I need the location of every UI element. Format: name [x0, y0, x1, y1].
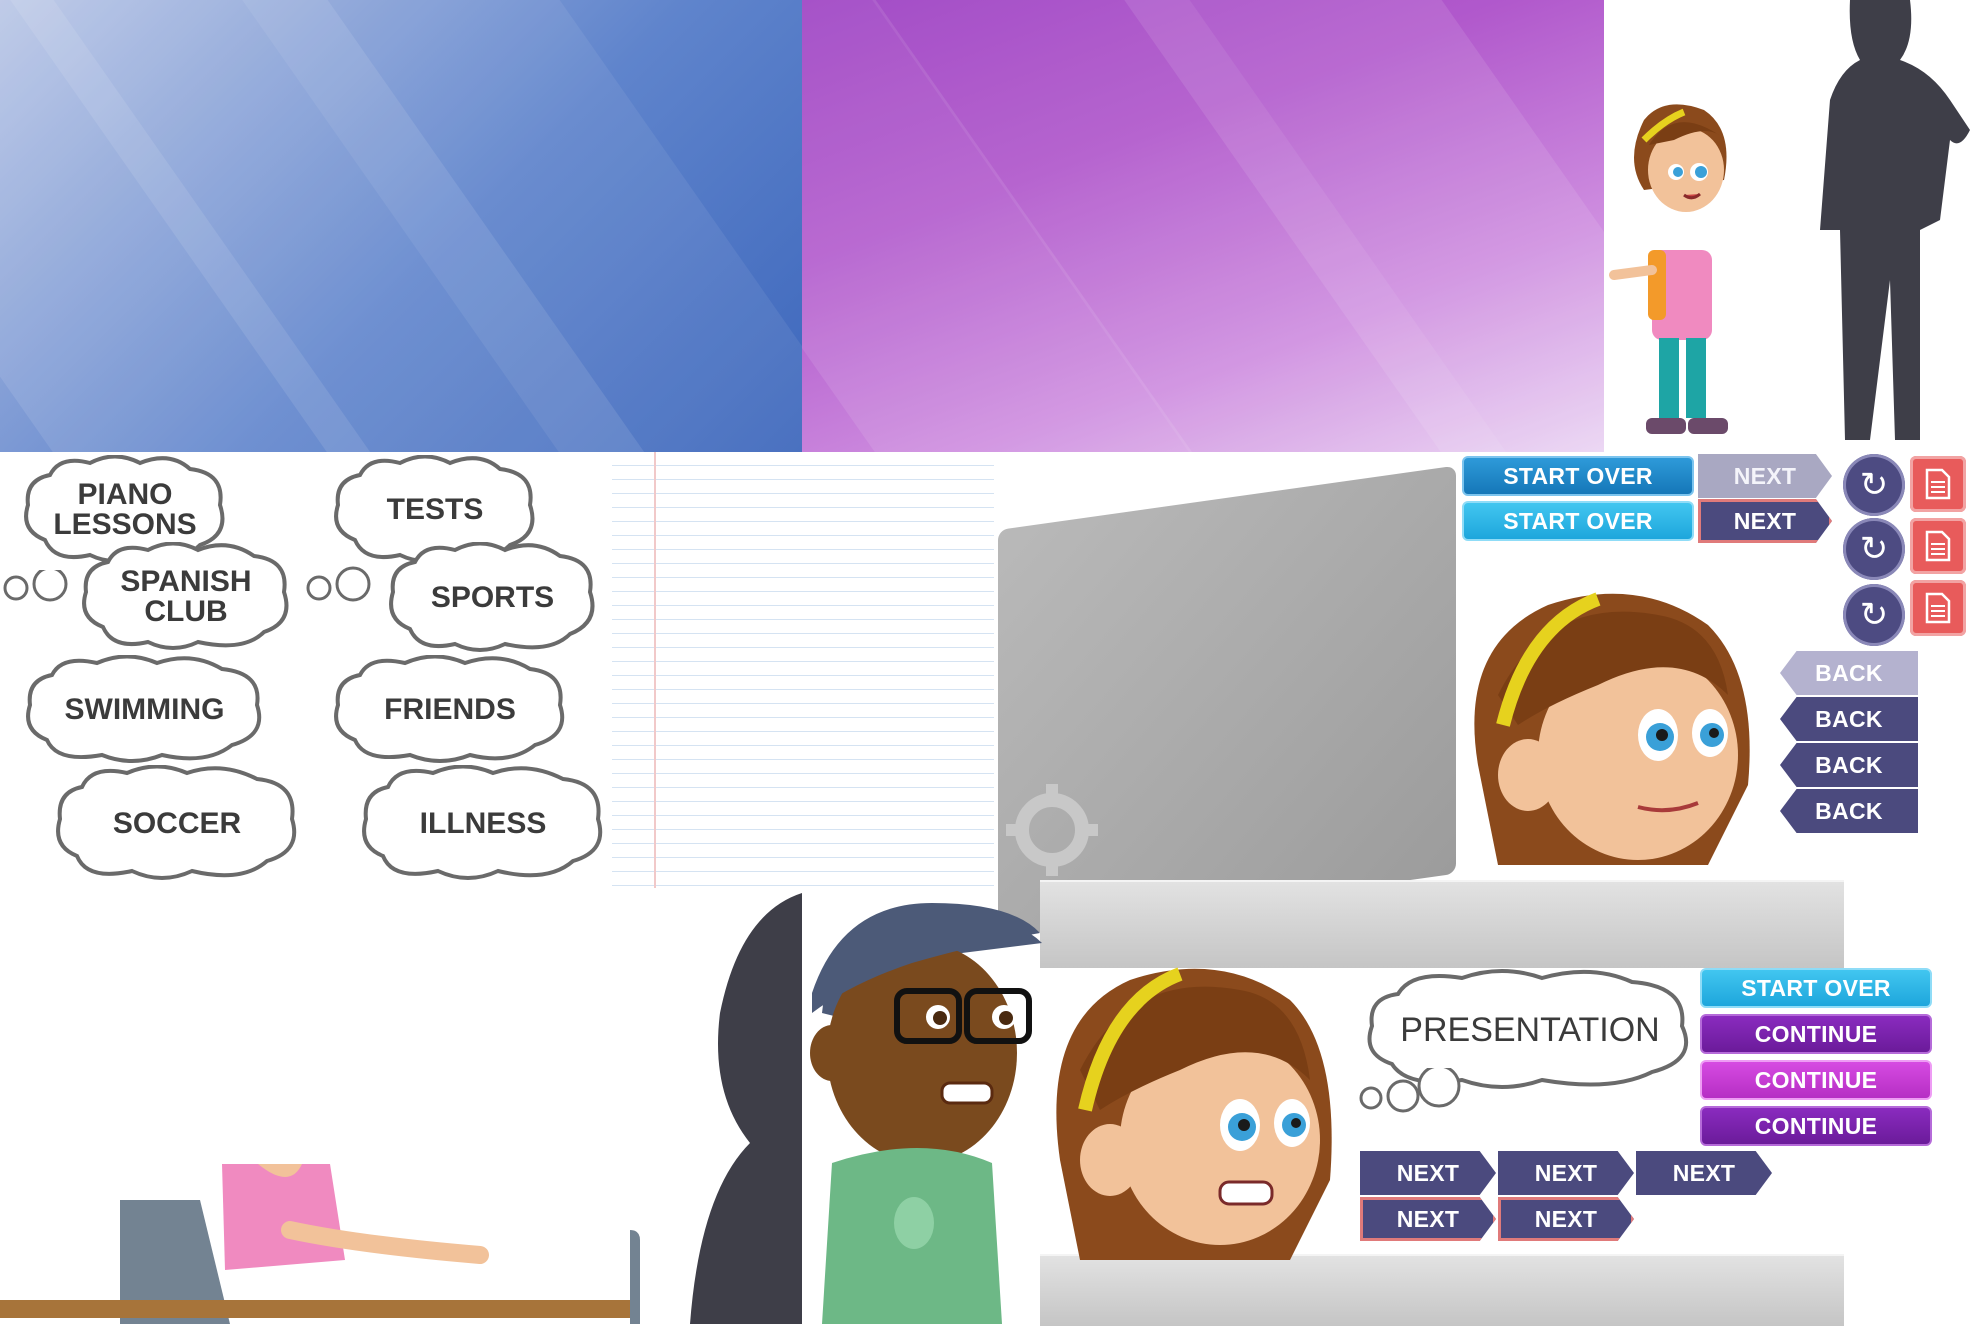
notebook-margin-line — [654, 452, 656, 888]
silhouette-adult — [1820, 0, 1970, 440]
bubble-label: FRIENDS — [384, 693, 516, 726]
next-button-focused[interactable]: NEXT — [1698, 499, 1832, 543]
start-over-button[interactable]: START OVER — [1700, 968, 1932, 1008]
bubble-label: SPANISH CLUB — [120, 565, 252, 628]
girl-head-worried — [1056, 967, 1332, 1260]
girl-head-smiling — [1474, 592, 1750, 865]
bubble-label: PRESENTATION — [1400, 1011, 1660, 1049]
document-button[interactable] — [1910, 456, 1966, 512]
blue-background-tile — [0, 0, 802, 452]
bubble-label: SPORTS — [430, 581, 555, 614]
thought-bubble-spanish-club: SPANISH CLUB — [78, 542, 294, 652]
bubble-label: SWIMMING — [64, 693, 225, 726]
document-icon — [1925, 592, 1951, 624]
bubble-label: SOCCER — [112, 807, 242, 840]
bubble-label: PIANO LESSONS — [53, 478, 197, 541]
gear-icon — [1006, 784, 1098, 876]
replay-button[interactable]: ↻ — [1843, 584, 1905, 646]
start-over-button[interactable]: START OVER — [1462, 456, 1694, 496]
document-icon — [1925, 530, 1951, 562]
grey-text-bar — [1040, 880, 1844, 968]
thought-bubble-soccer: SOCCER — [52, 765, 302, 883]
thought-bubble-swimming: SWIMMING — [22, 655, 267, 765]
bubble-tail-dots — [1355, 1064, 1465, 1123]
replay-icon: ↻ — [1859, 530, 1889, 568]
back-button[interactable]: BACK — [1780, 697, 1918, 741]
next-button-focused[interactable]: NEXT — [1498, 1197, 1634, 1241]
next-button[interactable]: NEXT — [1360, 1151, 1496, 1195]
continue-button[interactable]: CONTINUE — [1700, 1014, 1932, 1054]
replay-icon: ↻ — [1859, 466, 1889, 504]
bubble-label: ILLNESS — [419, 807, 547, 840]
replay-button[interactable]: ↻ — [1843, 454, 1905, 516]
next-button-focused[interactable]: NEXT — [1360, 1197, 1496, 1241]
purple-background-tile — [802, 0, 1604, 452]
document-button[interactable] — [1910, 580, 1966, 636]
next-button[interactable]: NEXT — [1498, 1151, 1634, 1195]
document-button[interactable] — [1910, 518, 1966, 574]
grey-text-bar — [1040, 1254, 1844, 1326]
bubble-label: TESTS — [386, 493, 484, 526]
boy-character-glasses — [810, 903, 1042, 1324]
replay-button[interactable]: ↻ — [1843, 518, 1905, 580]
next-button[interactable]: NEXT — [1636, 1151, 1772, 1195]
notebook-paper — [612, 452, 994, 888]
thought-bubble-sports: SPORTS — [385, 542, 600, 654]
classroom-desk-scene — [0, 1164, 640, 1324]
continue-button-hover[interactable]: CONTINUE — [1700, 1060, 1932, 1100]
thought-bubble-illness: ILLNESS — [358, 765, 608, 883]
silhouette-student — [690, 893, 802, 1324]
back-button-disabled[interactable]: BACK — [1780, 651, 1918, 695]
continue-button-pressed[interactable]: CONTINUE — [1700, 1106, 1932, 1146]
start-over-button-hover[interactable]: START OVER — [1462, 501, 1694, 541]
back-button[interactable]: BACK — [1780, 789, 1918, 833]
replay-icon: ↻ — [1859, 596, 1889, 634]
document-icon — [1925, 468, 1951, 500]
thought-bubble-friends: FRIENDS — [330, 655, 570, 765]
next-button-disabled[interactable]: NEXT — [1698, 454, 1832, 498]
back-button[interactable]: BACK — [1780, 743, 1918, 787]
girl-character-full — [1609, 104, 1728, 434]
